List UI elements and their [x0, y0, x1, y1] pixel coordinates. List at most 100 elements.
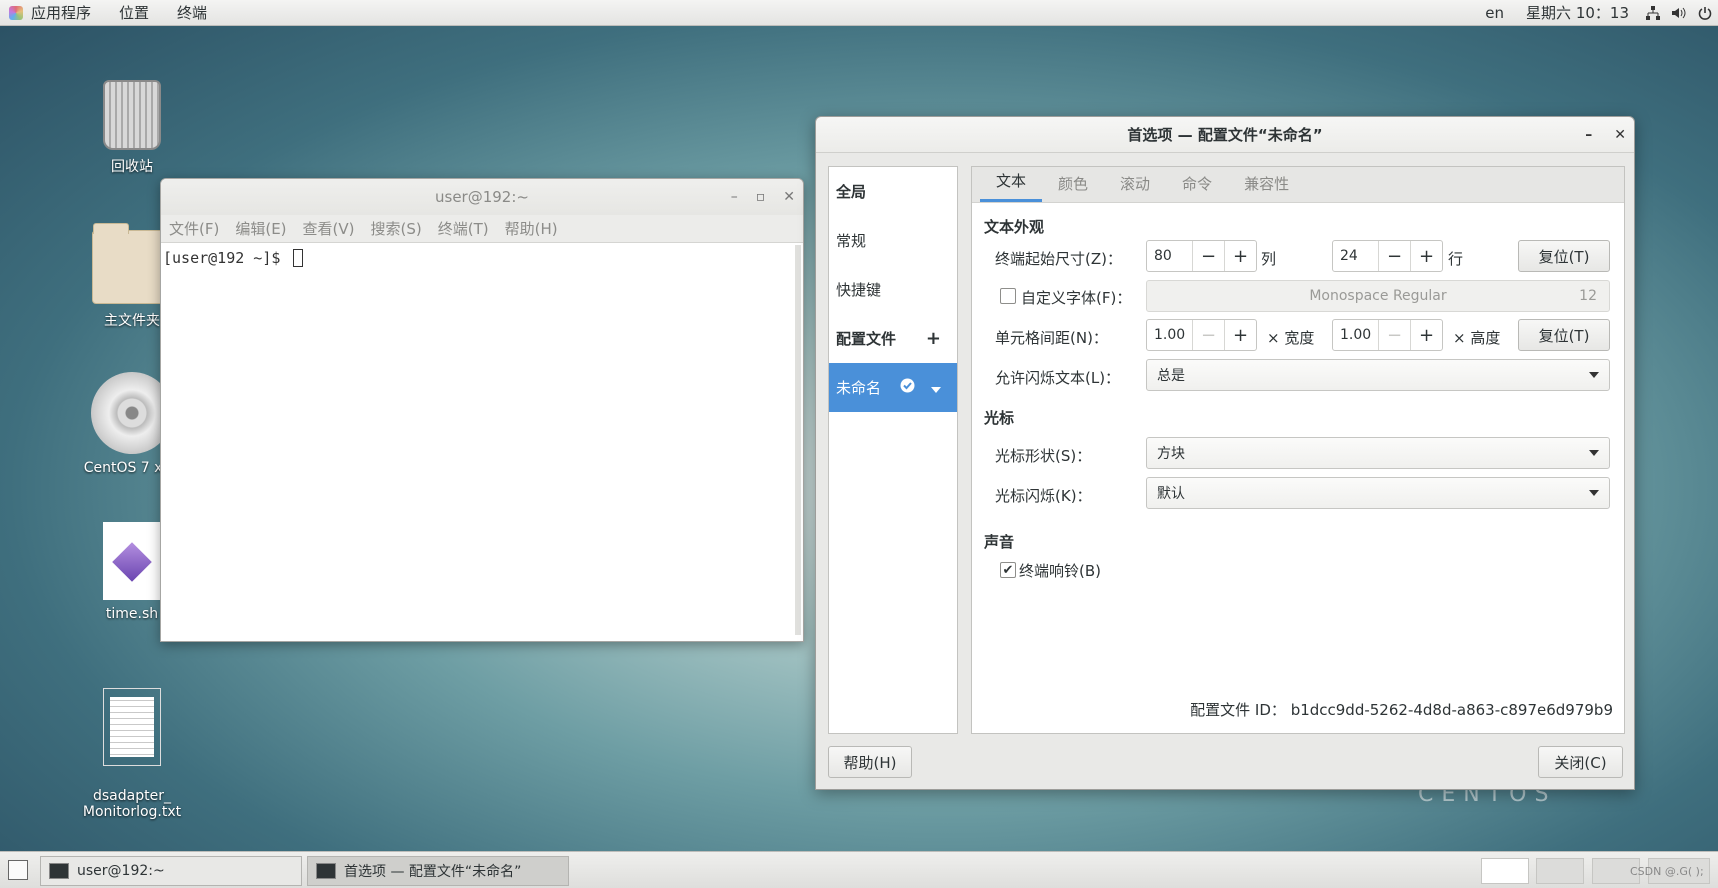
- cell-width-stepper[interactable]: 1.00 − +: [1146, 319, 1257, 351]
- cursor-shape-label: 光标形状(S)：: [995, 447, 1092, 465]
- close-button[interactable]: ✕: [783, 189, 795, 205]
- columns-stepper[interactable]: 80 − +: [1146, 240, 1257, 272]
- cursor-shape-value: 方块: [1157, 446, 1185, 462]
- close-button[interactable]: ✕: [1614, 127, 1626, 143]
- cell-height-unit-label: × 高度: [1453, 327, 1500, 348]
- tab-command[interactable]: 命令: [1166, 173, 1228, 202]
- power-icon[interactable]: [1697, 5, 1713, 21]
- chevron-down-icon: [1589, 490, 1599, 496]
- columns-decrement-button[interactable]: −: [1192, 241, 1224, 271]
- cell-height-stepper[interactable]: 1.00 − +: [1332, 319, 1443, 351]
- width-unit: 宽度: [1284, 329, 1315, 347]
- font-size: 12: [1579, 288, 1597, 304]
- csdn-watermark: CSDN @.G( );: [1630, 865, 1704, 878]
- text-file-icon: [103, 688, 161, 766]
- menu-terminal[interactable]: 终端(T): [430, 218, 497, 239]
- height-unit: 高度: [1470, 329, 1501, 347]
- cell-width-increment-button[interactable]: +: [1224, 320, 1256, 350]
- profile-menu-chevron-down-icon[interactable]: [931, 379, 941, 397]
- terminal-title: user@192:~: [435, 188, 529, 206]
- terminal-menu[interactable]: 终端: [163, 2, 221, 23]
- cursor-shape-dropdown[interactable]: 方块: [1146, 437, 1610, 469]
- maximize-button[interactable]: ▫: [756, 189, 766, 205]
- volume-icon[interactable]: [1671, 5, 1687, 21]
- desktop-icon-label: 回收站: [111, 159, 153, 175]
- rows-increment-button[interactable]: +: [1410, 241, 1442, 271]
- menu-view[interactable]: 查看(V): [295, 218, 363, 239]
- preferences-titlebar[interactable]: 首选项 — 配置文件“未命名” – ✕: [816, 117, 1634, 153]
- cell-height-increment-button[interactable]: +: [1410, 320, 1442, 350]
- close-dialog-button[interactable]: 关闭(C): [1538, 746, 1623, 778]
- chevron-down-icon: [1589, 450, 1599, 456]
- sidebar-item-global[interactable]: 全局: [829, 167, 957, 216]
- font-picker-button[interactable]: Monospace Regular 12: [1146, 280, 1610, 312]
- sidebar-item-profile-unnamed[interactable]: 未命名: [829, 363, 957, 412]
- columns-unit-label: 列: [1261, 250, 1277, 268]
- cell-height-decrement-button[interactable]: −: [1378, 320, 1410, 350]
- desktop-icon-label: dsadapter_ Monitorlog.txt: [82, 788, 182, 820]
- menu-file[interactable]: 文件(F): [161, 218, 227, 239]
- show-desktop-icon[interactable]: [8, 860, 28, 880]
- applications-menu[interactable]: 应用程序: [17, 2, 105, 23]
- columns-value[interactable]: 80: [1147, 248, 1192, 264]
- desktop-icon-textfile[interactable]: dsadapter_ Monitorlog.txt: [77, 672, 187, 836]
- trash-icon: [103, 80, 161, 150]
- chevron-down-icon: [1589, 372, 1599, 378]
- terminal-bell-label: 终端响铃(B): [1019, 562, 1101, 580]
- places-menu[interactable]: 位置: [105, 2, 163, 23]
- minimize-button[interactable]: –: [1585, 127, 1592, 143]
- custom-font-checkbox[interactable]: [1000, 288, 1016, 304]
- taskbar-item-preferences[interactable]: 首选项 — 配置文件“未命名”: [307, 856, 569, 886]
- sidebar-item-general[interactable]: 常规: [829, 216, 957, 265]
- preferences-content: 文本 颜色 滚动 命令 兼容性 文本外观 终端起始尺寸(Z)： 80 − + 列…: [971, 166, 1625, 734]
- preferences-sidebar: 全局 常规 快捷键 配置文件 + 未命名: [828, 166, 958, 734]
- blink-text-value: 总是: [1157, 368, 1185, 384]
- network-icon[interactable]: [1645, 5, 1661, 21]
- tab-text[interactable]: 文本: [980, 170, 1043, 202]
- reset-size-button[interactable]: 复位(T): [1518, 240, 1610, 272]
- section-cursor: 光标: [984, 409, 1015, 427]
- terminal-icon: [316, 863, 336, 879]
- taskbar-item-terminal[interactable]: user@192:~: [40, 856, 302, 886]
- language-indicator[interactable]: en: [1474, 4, 1515, 22]
- blink-text-dropdown[interactable]: 总是: [1146, 359, 1610, 391]
- cursor-blink-value: 默认: [1157, 486, 1185, 502]
- minimize-button[interactable]: –: [731, 189, 738, 205]
- profile-id-value: b1dcc9dd-5262-4d8d-a863-c897e6d979b9: [1290, 701, 1613, 719]
- font-name: Monospace Regular: [1309, 288, 1447, 304]
- rows-value[interactable]: 24: [1333, 248, 1378, 264]
- terminal-titlebar[interactable]: user@192:~ – ▫ ✕: [161, 179, 803, 215]
- initial-size-label: 终端起始尺寸(Z)：: [995, 250, 1122, 268]
- terminal-window[interactable]: user@192:~ – ▫ ✕ 文件(F) 编辑(E) 查看(V) 搜索(S)…: [160, 178, 804, 642]
- rows-stepper[interactable]: 24 − +: [1332, 240, 1443, 272]
- clock[interactable]: 星期六 10：13: [1515, 2, 1640, 23]
- cell-width-decrement-button[interactable]: −: [1192, 320, 1224, 350]
- menu-help[interactable]: 帮助(H): [497, 218, 566, 239]
- menu-search[interactable]: 搜索(S): [363, 218, 430, 239]
- tab-compatibility[interactable]: 兼容性: [1228, 173, 1305, 202]
- cell-width-value[interactable]: 1.00: [1147, 327, 1192, 343]
- cell-height-value[interactable]: 1.00: [1333, 327, 1378, 343]
- shell-prompt: [user@192 ~]$: [163, 249, 290, 267]
- tab-colors[interactable]: 颜色: [1042, 173, 1104, 202]
- dialog-title: 首选项 — 配置文件“未命名”: [1127, 126, 1323, 144]
- tab-scrolling[interactable]: 滚动: [1104, 173, 1166, 202]
- cell-spacing-label: 单元格间距(N)：: [995, 329, 1108, 347]
- terminal-scrollbar[interactable]: [795, 245, 801, 635]
- text-cursor: [293, 249, 304, 267]
- terminal-bell-checkbox[interactable]: ✔: [1000, 562, 1016, 578]
- workspace-2[interactable]: [1536, 858, 1584, 884]
- desktop-icon-trash[interactable]: 回收站: [77, 80, 187, 176]
- workspace-1[interactable]: [1481, 858, 1529, 884]
- rows-decrement-button[interactable]: −: [1378, 241, 1410, 271]
- preferences-dialog: 首选项 — 配置文件“未命名” – ✕ 全局 常规 快捷键 配置文件 + 未命名…: [815, 116, 1635, 790]
- add-profile-button[interactable]: +: [926, 328, 941, 349]
- columns-increment-button[interactable]: +: [1224, 241, 1256, 271]
- sidebar-item-shortcuts[interactable]: 快捷键: [829, 265, 957, 314]
- menu-edit[interactable]: 编辑(E): [227, 218, 294, 239]
- reset-spacing-button[interactable]: 复位(T): [1518, 319, 1610, 351]
- taskbar: user@192:~ 首选项 — 配置文件“未命名” CSDN @.G( );: [0, 851, 1718, 888]
- cursor-blink-dropdown[interactable]: 默认: [1146, 477, 1610, 509]
- help-button[interactable]: 帮助(H): [828, 746, 912, 778]
- terminal-output[interactable]: [user@192 ~]$: [161, 243, 803, 639]
